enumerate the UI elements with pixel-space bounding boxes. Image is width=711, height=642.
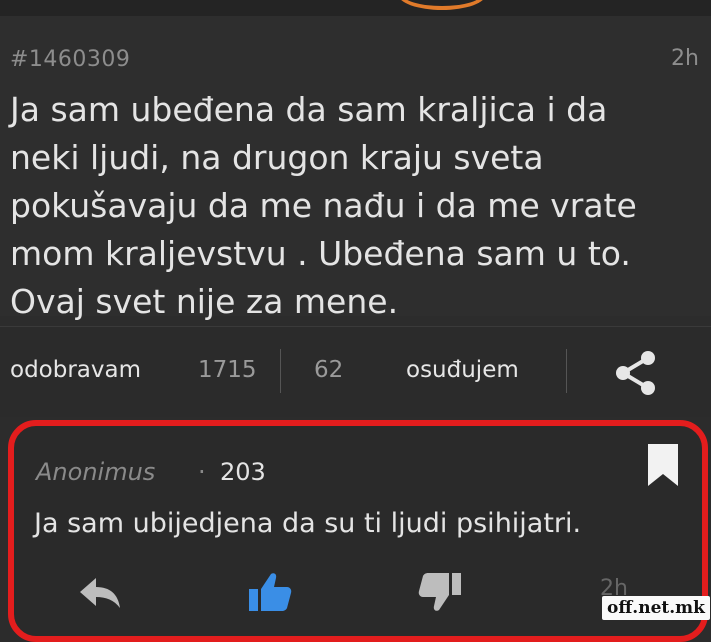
post-text-line: Ovaj svet nije za mene. <box>10 282 399 321</box>
approve-button[interactable]: odobravam <box>10 357 141 383</box>
post-actions-bar: odobravam 1715 62 osuđujem <box>0 326 711 417</box>
condemn-button[interactable]: osuđujem <box>406 357 519 383</box>
top-accent-shape <box>398 0 486 10</box>
condemn-count: 62 <box>314 357 344 383</box>
post-text-line: Ja sam ubeđena da sam kraljica i da <box>10 90 608 129</box>
post-text-line: pokušavaju da me nađu i da me vrate <box>10 186 637 225</box>
divider <box>280 349 281 393</box>
post-id: #1460309 <box>10 47 131 72</box>
confession-post: #1460309 2h Ja sam ubeđena da sam kralji… <box>0 16 711 321</box>
share-icon[interactable] <box>610 347 662 399</box>
post-text-line: neki ljudi, na drugon kraju sveta <box>10 138 544 177</box>
separator-dot: · <box>198 458 206 486</box>
divider <box>566 349 567 393</box>
comment-score: 203 <box>220 458 266 486</box>
post-timestamp: 2h <box>671 46 699 71</box>
approve-count: 1715 <box>198 357 257 383</box>
thumbs-up-icon[interactable] <box>246 568 294 616</box>
reply-icon[interactable] <box>76 568 124 616</box>
post-text: Ja sam ubeđena da sam kraljica i da neki… <box>10 86 700 326</box>
comment-author[interactable]: Anonimus <box>36 458 155 486</box>
bookmark-icon[interactable] <box>646 442 680 488</box>
comment-text: Ja sam ubijedjena da su ti ljudi psihija… <box>34 508 582 539</box>
watermark: off.net.mk <box>602 596 710 620</box>
post-text-line: mom kraljevstvu . Ubeđena sam u to. <box>10 234 631 273</box>
thumbs-down-icon[interactable] <box>416 568 464 616</box>
top-bar <box>0 0 711 16</box>
